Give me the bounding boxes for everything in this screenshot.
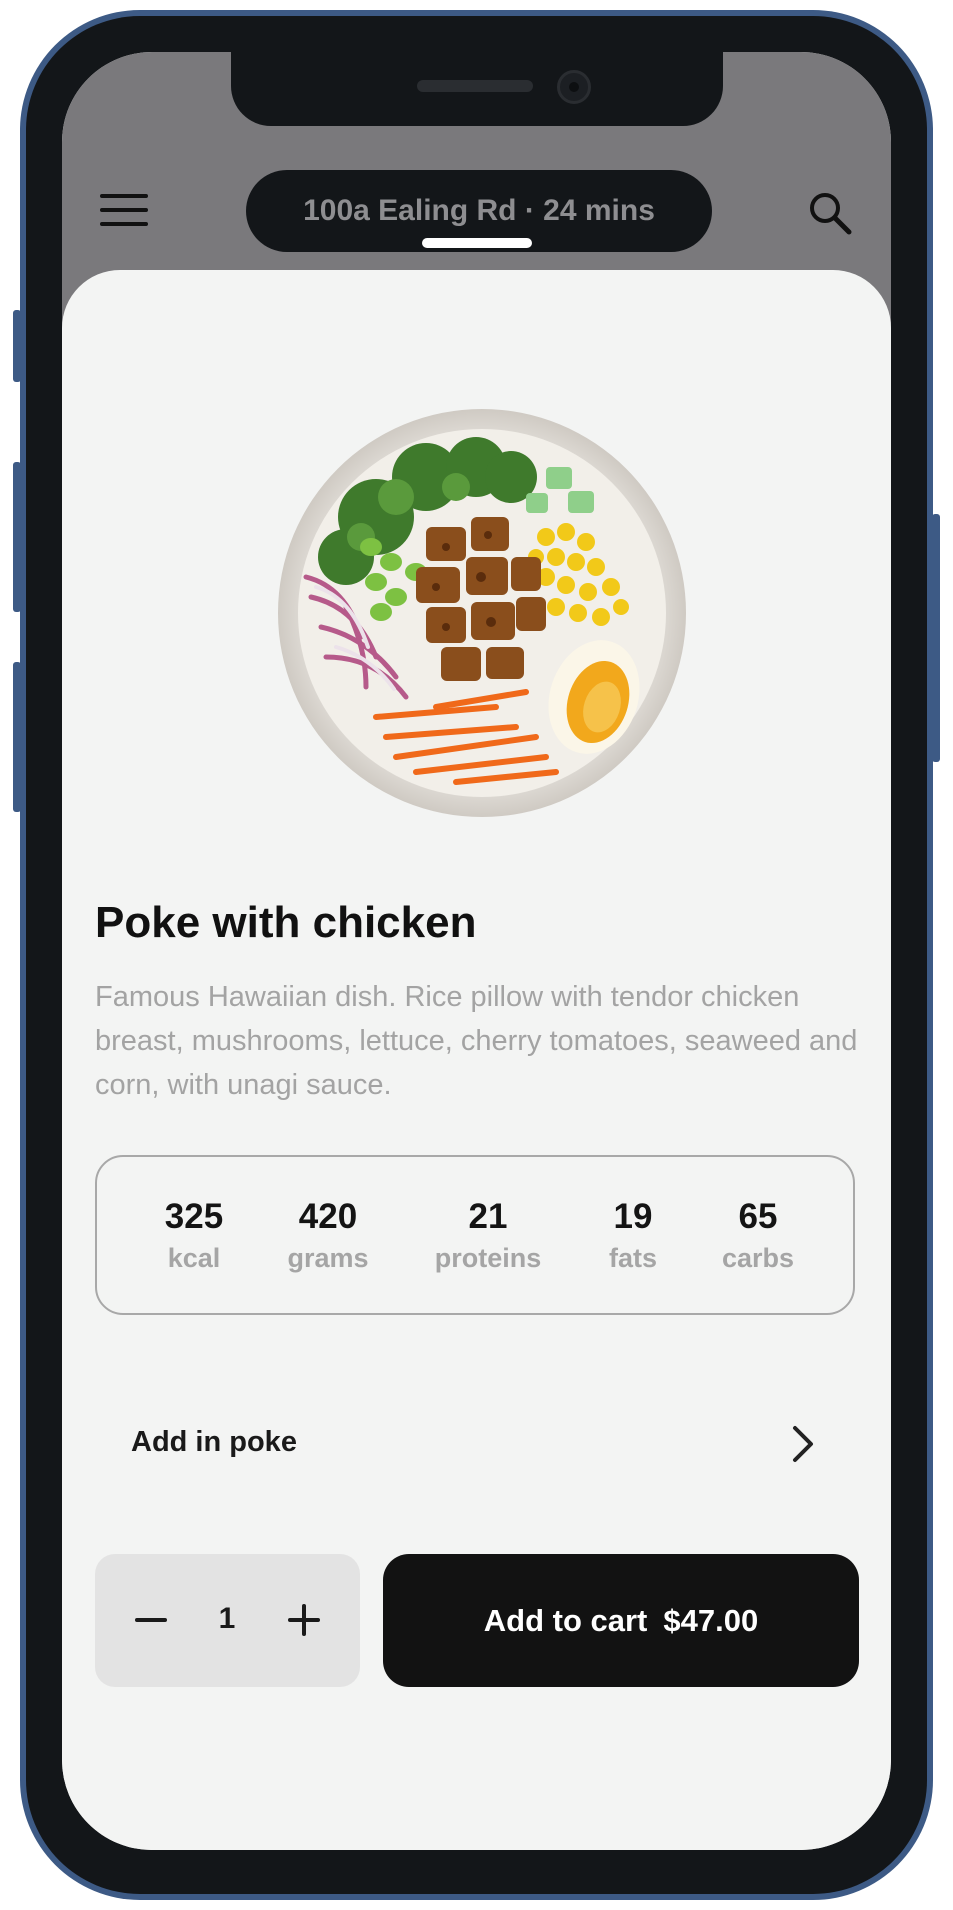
nutrition-item-carbs: 65 carbs [722, 1197, 794, 1275]
add-in-poke-label: Add in poke [131, 1426, 297, 1458]
nutrition-value: 65 [738, 1197, 778, 1236]
nutrition-value: 325 [164, 1197, 224, 1236]
nutrition-item-fats: 19 fats [609, 1197, 657, 1275]
product-title: Poke with chicken [95, 898, 477, 947]
side-button-volume-up [13, 462, 21, 612]
front-camera [557, 70, 591, 104]
nutrition-label: kcal [167, 1243, 221, 1273]
nutrition-label: proteins [434, 1243, 542, 1273]
speaker-grille [417, 80, 533, 92]
nutrition-facts-panel: 325 kcal 420 grams 21 proteins 19 fats 6… [95, 1155, 855, 1315]
product-description: Famous Hawaiian dish. Rice pillow with t… [95, 981, 858, 1101]
add-in-poke-row[interactable]: Add in poke [95, 1404, 855, 1484]
add-to-cart-button[interactable]: Add to cart $47.00 [383, 1554, 859, 1687]
hamburger-menu-icon[interactable] [100, 194, 148, 228]
nutrition-value: 420 [298, 1197, 358, 1236]
add-to-cart-label: Add to cart [483, 1602, 648, 1638]
quantity-stepper: 1 [95, 1554, 360, 1687]
search-icon[interactable] [807, 190, 853, 236]
minus-icon[interactable] [129, 1598, 173, 1642]
nutrition-value: 21 [468, 1197, 508, 1236]
location-label: 100a Ealing Rd · 24 mins [303, 194, 655, 227]
side-button-volume-down [13, 662, 21, 812]
poke-bowl-image [278, 409, 686, 817]
side-button-power [932, 514, 940, 762]
quantity-value: 1 [218, 1602, 236, 1635]
screen: 100a Ealing Rd · 24 mins Poke with chick… [62, 52, 891, 1850]
nutrition-label: carbs [721, 1243, 795, 1273]
notch [231, 52, 723, 126]
nutrition-label: grams [287, 1243, 369, 1273]
nutrition-item-grams: 420 grams [287, 1197, 368, 1275]
plus-icon[interactable] [282, 1598, 326, 1642]
nutrition-item-proteins: 21 proteins [435, 1197, 542, 1275]
nutrition-value: 19 [613, 1197, 653, 1236]
nutrition-item-kcal: 325 kcal [165, 1197, 223, 1275]
cart-price: $47.00 [663, 1602, 759, 1638]
side-button-mute [13, 310, 21, 382]
sheet-drag-handle[interactable] [422, 238, 532, 248]
chevron-right-icon [793, 1426, 813, 1462]
nutrition-label: fats [608, 1243, 658, 1273]
